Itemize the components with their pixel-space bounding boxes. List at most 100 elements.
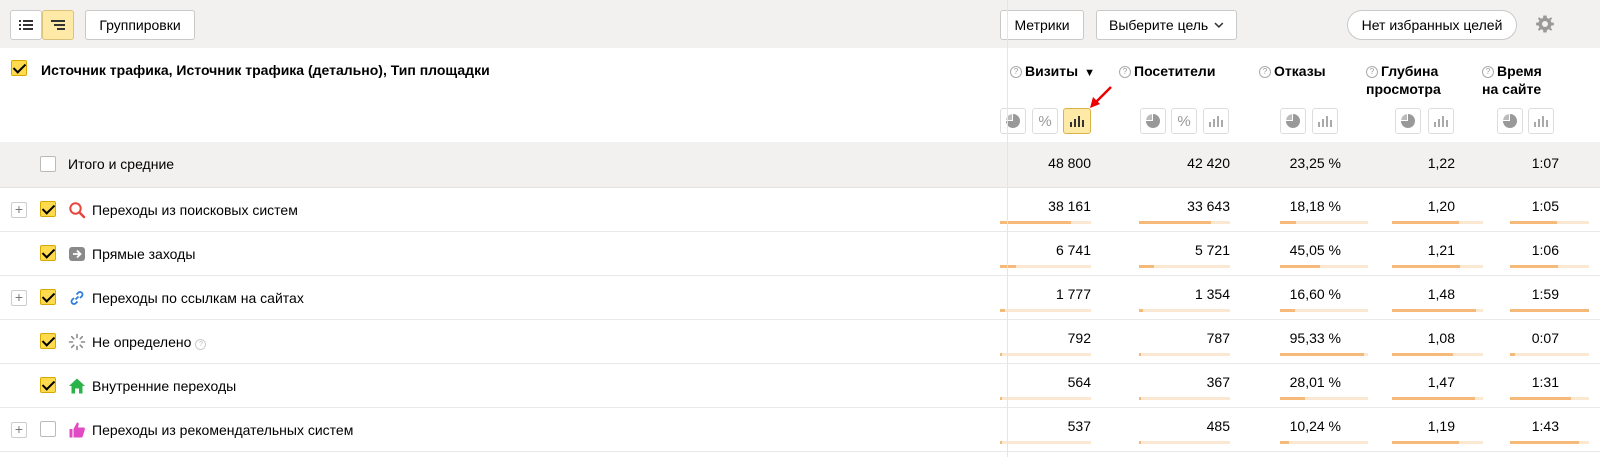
value-time: 1:31 <box>1531 374 1559 390</box>
value-visits: 564 <box>1067 374 1091 390</box>
list-view-button[interactable] <box>10 10 42 40</box>
pie-chart-button[interactable] <box>1497 108 1523 134</box>
row-checkbox[interactable] <box>40 201 56 217</box>
chevron-down-icon <box>1214 22 1224 28</box>
metrics-button[interactable]: Метрики <box>1000 10 1084 40</box>
pie-chart-button[interactable] <box>1000 108 1026 134</box>
row-checkbox[interactable] <box>40 333 56 349</box>
select-all-checkbox[interactable] <box>11 60 27 76</box>
row-checkbox[interactable] <box>40 421 56 437</box>
bar-chart-button[interactable] <box>1428 108 1454 134</box>
bar-fill <box>1392 309 1476 312</box>
row-label: Переходы по ссылкам на сайтах <box>92 290 304 306</box>
bar-chart-button[interactable] <box>1063 108 1091 134</box>
expand-button[interactable]: + <box>11 290 27 306</box>
value-visitors: 787 <box>1206 330 1230 346</box>
help-icon[interactable]: ? <box>1010 66 1022 78</box>
column-header-bounces[interactable]: ? Отказы <box>1259 62 1326 80</box>
column-header-visitors[interactable]: ? Посетители <box>1119 62 1215 80</box>
pie-icon <box>1286 114 1300 128</box>
sort-desc-icon[interactable]: ▼ <box>1084 67 1095 79</box>
bar-chart-button[interactable] <box>1312 108 1338 134</box>
bar-fill <box>1139 265 1154 268</box>
help-icon[interactable]: ? <box>195 339 207 350</box>
bar-fill <box>1510 353 1515 356</box>
arrow-right-icon <box>68 245 86 263</box>
column-header-time[interactable]: ? Время на сайте <box>1482 62 1542 98</box>
expand-button[interactable]: + <box>11 422 27 438</box>
totals-row: Итого и средние 48 800 42 420 23,25 % 1,… <box>0 142 1600 188</box>
gear-icon[interactable] <box>1535 14 1555 34</box>
bars-icon <box>1434 116 1448 127</box>
help-icon[interactable]: ? <box>1366 66 1378 78</box>
bar-track <box>1392 397 1483 400</box>
bar-chart-button[interactable] <box>1528 108 1554 134</box>
bars-icon <box>1534 116 1548 127</box>
bar-track <box>1510 221 1589 224</box>
thumbs-up-icon <box>68 421 86 439</box>
help-icon[interactable]: ? <box>1482 66 1494 78</box>
percent-button[interactable]: % <box>1032 108 1058 134</box>
table-row[interactable]: Внутренние переходы 564 367 28,01 % 1,47 1:31 <box>0 364 1600 408</box>
value-bounces: 28,01 % <box>1289 374 1341 390</box>
value-bounces: 45,05 % <box>1289 242 1341 258</box>
bar-track <box>1280 221 1368 224</box>
bars-icon <box>1318 116 1332 127</box>
bar-track <box>1000 397 1091 400</box>
total-time: 1:07 <box>1531 155 1559 171</box>
table-row[interactable]: Не определено? 792 787 95,33 % 1,08 0:07 <box>0 320 1600 364</box>
table-row[interactable]: Прямые заходы 6 741 5 721 45,05 % 1,21 1:06 <box>0 232 1600 276</box>
table-row[interactable]: + Переходы из рекомендательных систем 537 4… <box>0 408 1600 452</box>
help-icon[interactable]: ? <box>1119 66 1131 78</box>
value-visitors: 1 354 <box>1194 286 1230 302</box>
bar-fill <box>1000 397 1002 400</box>
totals-checkbox[interactable] <box>40 156 56 172</box>
bar-track <box>1510 397 1589 400</box>
total-bounces: 23,25 % <box>1289 155 1341 171</box>
column-header-depth[interactable]: ? Глубина просмотра <box>1366 62 1441 98</box>
percent-button[interactable]: % <box>1171 108 1197 134</box>
bar-fill <box>1392 353 1453 356</box>
value-time: 1:59 <box>1531 286 1559 302</box>
favorite-goals-button[interactable]: Нет избранных целей <box>1347 10 1517 40</box>
percent-icon: % <box>1177 112 1191 130</box>
search-icon <box>68 201 86 219</box>
value-time: 1:43 <box>1531 418 1559 434</box>
row-checkbox[interactable] <box>40 289 56 305</box>
expand-button[interactable]: + <box>11 202 27 218</box>
bar-fill <box>1000 353 1002 356</box>
bar-track <box>1280 441 1368 444</box>
pie-chart-button[interactable] <box>1280 108 1306 134</box>
bar-fill <box>1000 221 1071 224</box>
groupings-button[interactable]: Группировки <box>85 10 195 40</box>
bar-track <box>1510 309 1589 312</box>
tree-view-button[interactable] <box>42 10 74 40</box>
bar-fill <box>1280 441 1289 444</box>
help-icon[interactable]: ? <box>1259 66 1271 78</box>
pie-chart-button[interactable] <box>1395 108 1421 134</box>
dimension-title: Источник трафика, Источник трафика (дета… <box>41 62 490 78</box>
bar-fill <box>1139 441 1141 444</box>
column-header-visits[interactable]: ? Визиты ▼ <box>1010 62 1095 82</box>
bar-track <box>1392 353 1483 356</box>
row-checkbox[interactable] <box>40 377 56 393</box>
goal-select[interactable]: Выберите цель <box>1096 10 1237 40</box>
pie-chart-button[interactable] <box>1140 108 1166 134</box>
bar-fill <box>1280 397 1305 400</box>
table-row[interactable]: + Переходы по ссылкам на сайтах 1 777 1 354… <box>0 276 1600 320</box>
bar-track <box>1139 265 1230 268</box>
bar-fill <box>1392 265 1460 268</box>
bar-track <box>1510 353 1589 356</box>
bar-fill <box>1280 265 1320 268</box>
bar-fill <box>1139 309 1143 312</box>
spinner-icon <box>68 333 86 351</box>
row-checkbox[interactable] <box>40 245 56 261</box>
bar-track <box>1000 309 1091 312</box>
table-row[interactable]: + Переходы из поисковых систем 38 161 33 64… <box>0 188 1600 232</box>
bar-fill <box>1510 441 1579 444</box>
bar-fill <box>1139 353 1141 356</box>
bar-track <box>1510 441 1589 444</box>
bar-track <box>1000 441 1091 444</box>
bar-track <box>1280 397 1368 400</box>
bar-chart-button[interactable] <box>1203 108 1229 134</box>
